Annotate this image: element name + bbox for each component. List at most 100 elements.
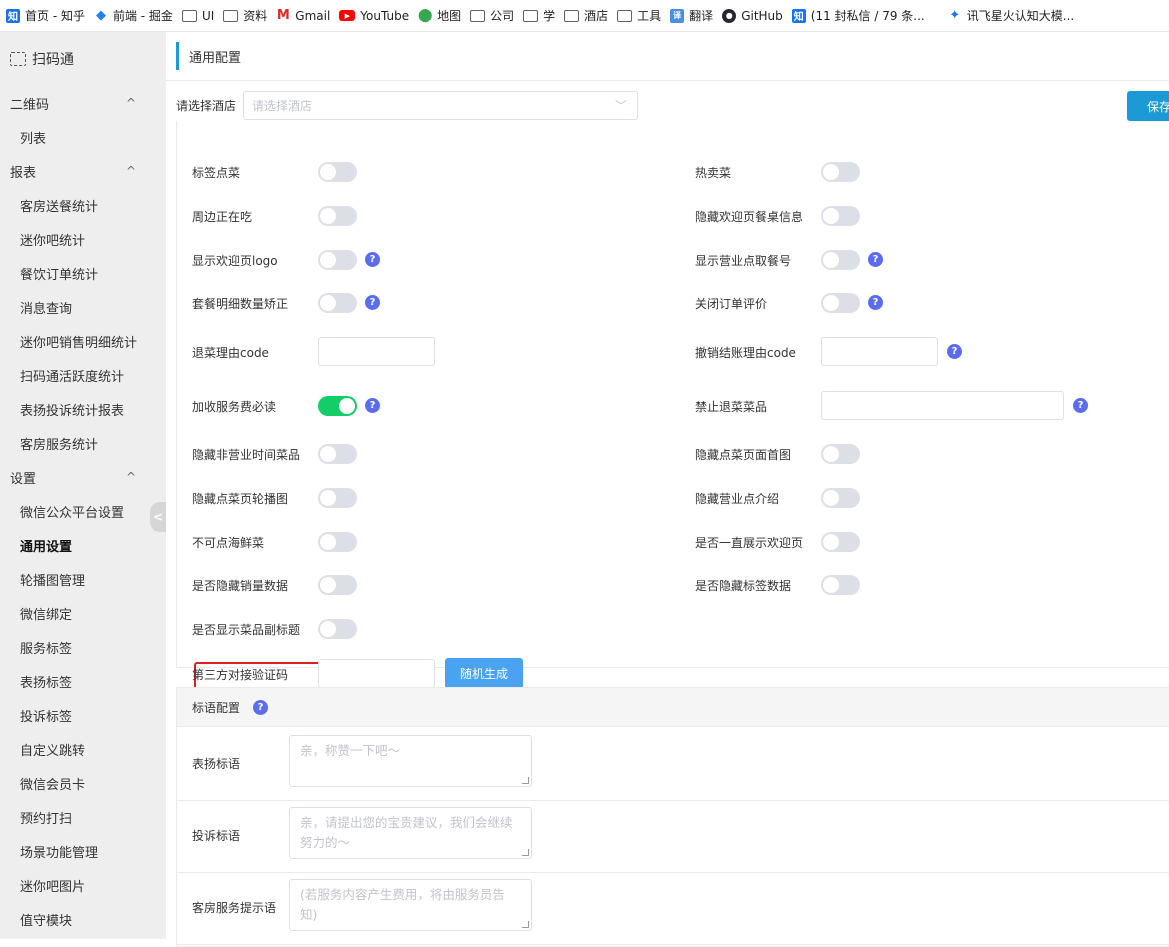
slogan-row: 投诉标语 亲，请提出您的宝贵建议，我们会继续努力的～ — [177, 800, 1169, 873]
bookmark-item[interactable]: 学 — [521, 0, 562, 31]
toggle-switch[interactable] — [318, 532, 357, 552]
slogan-textarea[interactable]: 亲，称赞一下吧～ — [289, 735, 532, 787]
generate-button[interactable]: 随机生成 — [445, 658, 523, 689]
sidebar-item[interactable]: 客房服务统计 — [0, 426, 166, 460]
bookmark-item[interactable]: 译翻译 — [668, 0, 720, 31]
bookmark-item[interactable]: ◆ 前端 - 掘金 — [92, 0, 180, 31]
toggle-switch[interactable] — [318, 488, 357, 508]
toggle-switch[interactable] — [821, 488, 860, 508]
sidebar-group[interactable]: 设置 ^ — [0, 460, 166, 494]
toggle-switch[interactable] — [821, 293, 860, 313]
bookmark-item[interactable]: 知首页 - 知乎 — [4, 0, 92, 31]
sidebar-item[interactable]: 迷你吧销售明细统计 — [0, 324, 166, 358]
sidebar-item[interactable]: 客房送餐统计 — [0, 188, 166, 222]
sidebar-item[interactable]: 投诉标签 — [0, 698, 166, 732]
bookmark-item[interactable]: ⬤ 地图 — [416, 0, 468, 31]
toggle-switch[interactable] — [821, 532, 860, 552]
gmail-icon: M — [276, 8, 290, 23]
sidebar-item[interactable]: 场景功能管理 — [0, 834, 166, 868]
sidebar-item[interactable]: 餐饮订单统计 — [0, 256, 166, 290]
sidebar-group[interactable]: 报表 ^ — [0, 154, 166, 188]
slogan-textarea[interactable]: 亲，请提出您的宝贵建议，我们会继续努力的～ — [289, 807, 532, 859]
folder-icon — [617, 9, 633, 22]
help-icon[interactable]: ? — [253, 699, 269, 715]
toggle-switch[interactable] — [318, 619, 357, 639]
help-icon[interactable]: ? — [1073, 398, 1088, 413]
sidebar-item[interactable]: 通用设置 — [0, 528, 166, 562]
toggle-switch[interactable] — [821, 575, 860, 595]
help-icon[interactable]: ? — [365, 295, 380, 310]
sidebar-item[interactable]: 自定义跳转 — [0, 732, 166, 766]
help-icon[interactable]: ? — [947, 344, 962, 359]
text-input[interactable] — [318, 659, 435, 688]
setting-label: 标签点菜 — [192, 165, 241, 180]
sidebar-group-label: 设置 — [10, 471, 37, 487]
sidebar-item[interactable]: 值守模块 — [0, 902, 166, 936]
setting-label: 隐藏非营业时间菜品 — [192, 447, 301, 462]
sidebar-item[interactable]: 微信绑定 — [0, 596, 166, 630]
sidebar-item[interactable]: 迷你吧统计 — [0, 222, 166, 256]
text-input[interactable] — [821, 337, 938, 366]
bookmark-item[interactable]: 资料 — [221, 0, 274, 31]
sidebar-item[interactable]: 微信公众平台设置 — [0, 494, 166, 528]
hotel-select[interactable]: 请选择酒店 ﹀ — [243, 91, 639, 120]
folder-icon — [181, 9, 197, 22]
bookmark-item[interactable]: ✦ 讯飞星火认知大模... — [946, 0, 1081, 31]
toggle-switch[interactable] — [318, 206, 357, 226]
help-icon[interactable]: ? — [868, 252, 883, 267]
sidebar-item[interactable]: 迷你吧图片 — [0, 868, 166, 902]
brand-label: 扫码通 — [32, 52, 74, 68]
toggle-switch[interactable] — [318, 293, 357, 313]
bookmark-label: 讯飞星火认知大模... — [966, 9, 1075, 23]
sidebar-nav: 二维码 ^ 列表 报表 ^ 客房送餐统计 迷你吧统计 餐饮订单统计 消息查询 迷你吧销售明细统计扫… — [0, 86, 166, 936]
slogan-label: 客房服务提示语 — [192, 901, 277, 915]
bookmark-label: 地图 — [437, 9, 462, 23]
bookmark-label: 前端 - 掘金 — [112, 9, 173, 23]
slogan-panel-header: 标语配置 ? — [177, 688, 1169, 727]
bookmark-item[interactable]: UI — [180, 0, 221, 31]
hotel-select-row: 请选择酒店 请选择酒店 ﹀ — [176, 91, 639, 120]
slogan-panel-title: 标语配置 — [192, 700, 241, 715]
bookmark-item[interactable]: ● GitHub — [720, 0, 790, 31]
main-content: 通用配置 请选择酒店 请选择酒店 ﹀ 保存 标签点菜 周边正在吃 显示欢迎页logo… — [166, 32, 1169, 947]
bookmark-item[interactable]: ▶ YouTube — [337, 0, 416, 31]
xinghuo-icon: ✦ — [949, 8, 961, 23]
setting-label: 隐藏点菜页面首图 — [695, 447, 792, 462]
toggle-switch[interactable] — [318, 444, 357, 464]
sidebar-item[interactable]: 消息查询 — [0, 290, 166, 324]
text-input[interactable] — [318, 337, 435, 366]
bookmark-label: Gmail — [295, 8, 331, 23]
slogan-textarea[interactable]: (若服务内容产生费用，将由服务员告知) — [289, 879, 532, 931]
bookmark-item[interactable]: M Gmail — [274, 0, 337, 31]
sidebar-item[interactable]: 预约打扫 — [0, 800, 166, 834]
toggle-switch[interactable] — [821, 444, 860, 464]
text-input[interactable] — [821, 391, 1064, 420]
toggle-switch[interactable] — [821, 206, 860, 226]
collapse-sidebar-button[interactable]: < — [150, 502, 166, 532]
toggle-switch[interactable] — [318, 162, 357, 182]
bookmark-item[interactable]: 公司 — [468, 0, 521, 31]
help-icon[interactable]: ? — [365, 252, 380, 267]
toggle-switch[interactable] — [821, 250, 860, 270]
bookmark-item[interactable]: 知 (11 封私信 / 79 条... — [790, 0, 932, 31]
sidebar-group[interactable]: 二维码 ^ — [0, 86, 166, 120]
toggle-switch[interactable] — [318, 396, 357, 416]
bookmark-item[interactable]: 工具 — [615, 0, 668, 31]
sidebar-item[interactable]: 轮播图管理 — [0, 562, 166, 596]
toggle-switch[interactable] — [318, 250, 357, 270]
setting-label: 不可点海鲜菜 — [192, 535, 265, 550]
save-button[interactable]: 保存 — [1127, 91, 1169, 121]
toggle-switch[interactable] — [821, 162, 860, 182]
sidebar-item[interactable]: 服务标签 — [0, 630, 166, 664]
sidebar-item[interactable]: 扫码通活跃度统计 — [0, 358, 166, 392]
brand[interactable]: 扫码通 — [0, 32, 166, 86]
toggle-switch[interactable] — [318, 575, 357, 595]
help-icon[interactable]: ? — [365, 398, 380, 413]
sidebar-item[interactable]: 微信会员卡 — [0, 766, 166, 800]
sidebar-item[interactable]: 表扬标签 — [0, 664, 166, 698]
bookmark-item[interactable]: 酒店 — [562, 0, 615, 31]
help-icon[interactable]: ? — [868, 295, 883, 310]
sidebar-item[interactable]: 列表 — [0, 120, 166, 154]
chevron-up-icon: ^ — [125, 470, 136, 484]
sidebar-item[interactable]: 表扬投诉统计报表 — [0, 392, 166, 426]
